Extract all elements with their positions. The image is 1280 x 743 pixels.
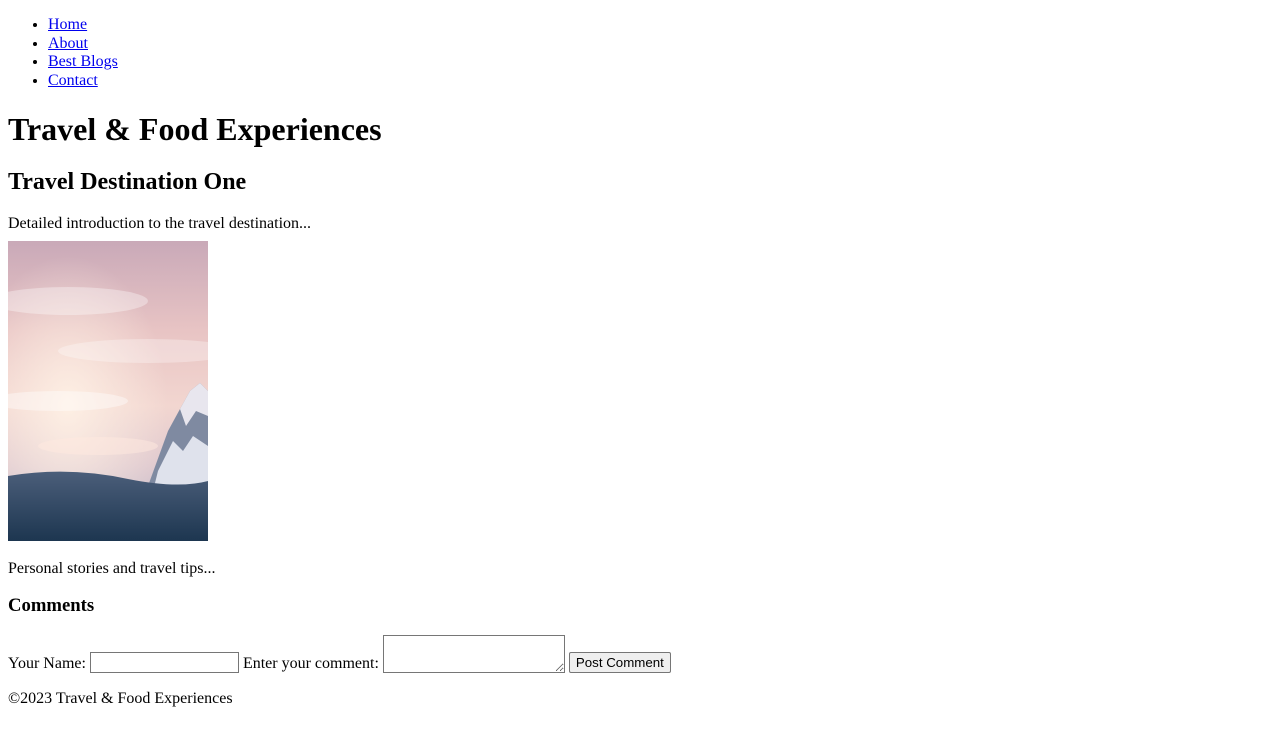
comment-form: Your Name: Enter your comment: Post Comm…	[8, 635, 1272, 673]
post-comment-button[interactable]: Post Comment	[568, 652, 671, 673]
nav-item-about: About	[48, 35, 1272, 54]
comments-heading: Comments	[8, 595, 95, 616]
page: Home About Best Blogs Contact Travel & F…	[0, 16, 1280, 709]
comment-textarea[interactable]	[382, 635, 565, 673]
post-intro: Detailed introduction to the travel dest…	[8, 215, 312, 232]
nav-link-home[interactable]: Home	[48, 16, 87, 33]
nav-link-about[interactable]: About	[48, 35, 88, 52]
main-nav: Home About Best Blogs Contact	[8, 16, 1272, 90]
comments-section: Comments Your Name: Enter your comment: …	[8, 595, 1272, 673]
name-label: Your Name:	[8, 655, 86, 672]
post-title: Travel Destination One	[8, 169, 247, 195]
article: Travel Destination One Detailed introduc…	[8, 168, 1272, 578]
mountain-photo	[8, 240, 208, 541]
nav-link-best-blogs[interactable]: Best Blogs	[48, 53, 118, 70]
destination-image	[8, 240, 208, 541]
nav-item-contact: Contact	[48, 72, 1272, 91]
site-title: Travel & Food Experiences	[8, 111, 382, 147]
name-input[interactable]	[89, 652, 239, 673]
nav-item-home: Home	[48, 16, 1272, 35]
nav-item-best-blogs: Best Blogs	[48, 53, 1272, 72]
nav-link-contact[interactable]: Contact	[48, 72, 98, 89]
post-stories: Personal stories and travel tips...	[8, 559, 216, 577]
copyright-text: ©2023 Travel & Food Experiences	[8, 690, 233, 707]
footer: ©2023 Travel & Food Experiences	[8, 690, 1272, 709]
nav-list: Home About Best Blogs Contact	[8, 16, 1272, 90]
comment-label: Enter your comment:	[242, 655, 379, 672]
